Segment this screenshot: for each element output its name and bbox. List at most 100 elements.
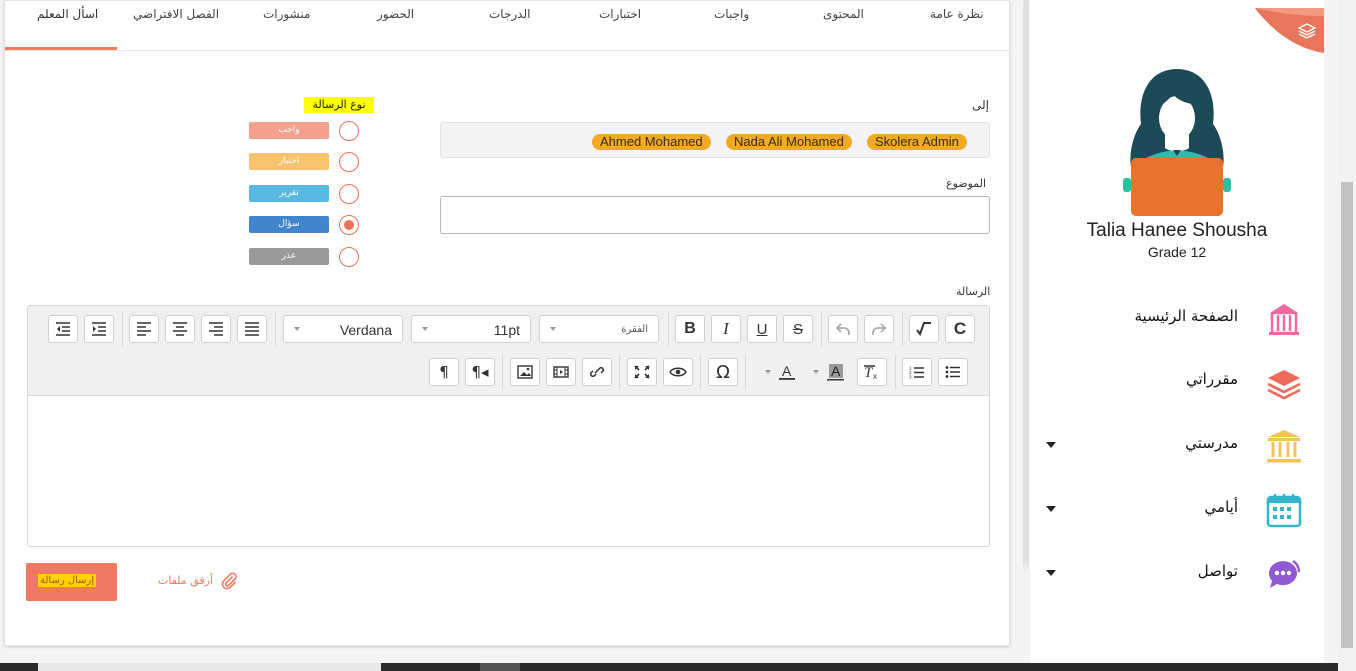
profile-name: Talia Hanee Shousha xyxy=(1086,220,1268,241)
insert-image-icon[interactable] xyxy=(510,358,540,386)
nav-item-my-courses[interactable]: مقرراتي xyxy=(1030,360,1324,404)
chemistry-icon[interactable]: C xyxy=(945,315,975,343)
svg-text:A: A xyxy=(782,363,792,379)
message-type-tag: عذر xyxy=(249,248,329,265)
text-color-icon[interactable]: A xyxy=(761,358,803,386)
attach-files-label: أرفق ملفات xyxy=(157,574,213,587)
tab-quizzes[interactable]: اختبارات xyxy=(599,7,641,21)
chevron-down-icon[interactable] xyxy=(1046,570,1056,576)
math-formula-icon[interactable] xyxy=(909,315,939,343)
chevron-down-icon[interactable] xyxy=(1046,442,1056,448)
message-type-label: نوع الرسالة xyxy=(304,97,374,113)
clear-formatting-icon[interactable]: Tx xyxy=(857,358,887,386)
message-type-option[interactable]: تقرير xyxy=(249,184,361,204)
tab-content[interactable]: المحتوى xyxy=(823,7,864,21)
send-message-button[interactable]: إرسال رسالة xyxy=(26,563,117,601)
toolbar-separator xyxy=(700,355,701,389)
tab-grades[interactable]: الدرجات xyxy=(489,7,530,21)
paragraph-format-value: الفقرة xyxy=(621,324,648,335)
underline-icon[interactable]: U xyxy=(747,315,777,343)
attach-files-link[interactable]: أرفق ملفات xyxy=(158,572,238,592)
svg-text:3: 3 xyxy=(909,375,912,380)
italic-icon[interactable]: I xyxy=(711,315,741,343)
rich-text-editor: Verdana 11pt الفقرة B I U S C ¶ ¶◂ Ω A A… xyxy=(27,305,990,547)
tab-assignments[interactable]: واجبات xyxy=(714,7,749,21)
align-right-icon[interactable] xyxy=(201,315,231,343)
student-avatar xyxy=(1123,69,1231,216)
page-scroll-thumb[interactable] xyxy=(1341,182,1353,648)
indent-icon[interactable] xyxy=(84,315,114,343)
message-type-option[interactable]: واجب xyxy=(249,121,361,141)
align-center-icon[interactable] xyxy=(165,315,195,343)
message-type-option[interactable]: عذر xyxy=(249,247,361,267)
books-stack-icon xyxy=(1267,370,1301,400)
subject-input[interactable] xyxy=(440,196,990,234)
paragraph-ltr-icon[interactable]: ¶ xyxy=(429,358,459,386)
undo-icon[interactable] xyxy=(828,315,858,343)
chevron-down-icon xyxy=(294,327,300,331)
recipients-field[interactable]: Skolera Admin Nada Ali Mohamed Ahmed Moh… xyxy=(440,122,990,158)
calendar-icon xyxy=(1266,494,1302,528)
recipient-chip[interactable]: Skolera Admin xyxy=(867,134,967,150)
nav-item-my-days[interactable]: أيامي xyxy=(1030,488,1324,532)
nav-item-my-school[interactable]: مدرستي xyxy=(1030,424,1324,468)
message-type-tag: تقرير xyxy=(249,185,329,202)
bold-icon[interactable]: B xyxy=(675,315,705,343)
toolbar-separator xyxy=(902,312,903,346)
message-type-option[interactable]: اختبار xyxy=(249,152,361,172)
chevron-down-icon xyxy=(550,327,556,331)
nav-item-label: الصفحة الرئيسية xyxy=(1134,307,1239,325)
message-type-radio[interactable] xyxy=(339,121,359,141)
unordered-list-icon[interactable] xyxy=(938,358,968,386)
send-button-label: إرسال رسالة xyxy=(38,574,97,587)
tab-bar: نظرة عامة المحتوى واجبات اختبارات الدرجا… xyxy=(5,1,1011,51)
editor-content-area[interactable] xyxy=(28,397,989,546)
tab-virtual-classroom[interactable]: الفصل الافتراضي xyxy=(133,7,219,21)
subject-label: الموضوع xyxy=(946,177,987,190)
background-color-icon[interactable]: A xyxy=(809,358,851,386)
message-type-tag: سؤال xyxy=(249,216,329,233)
align-left-icon[interactable] xyxy=(129,315,159,343)
message-type-radio-selected[interactable] xyxy=(339,215,359,235)
insert-link-icon[interactable] xyxy=(582,358,612,386)
ordered-list-icon[interactable]: 123 xyxy=(902,358,932,386)
nav-item-label: تواصل xyxy=(1197,562,1238,580)
preview-eye-icon[interactable] xyxy=(663,358,693,386)
nav-item-label: أيامي xyxy=(1204,498,1238,516)
chevron-down-icon xyxy=(422,327,428,331)
recipient-chip[interactable]: Nada Ali Mohamed xyxy=(726,134,852,150)
main-scroll-thumb[interactable] xyxy=(1023,0,1029,565)
chat-bubble-icon xyxy=(1268,559,1301,588)
toolbar-separator xyxy=(619,355,620,389)
message-type-radio[interactable] xyxy=(339,184,359,204)
toolbar-separator xyxy=(895,355,896,389)
nav-item-home[interactable]: الصفحة الرئيسية xyxy=(1030,297,1324,341)
insert-video-icon[interactable] xyxy=(546,358,576,386)
chevron-down-icon[interactable] xyxy=(1046,506,1056,512)
redo-icon[interactable] xyxy=(864,315,894,343)
message-type-option[interactable]: سؤال xyxy=(249,215,361,235)
tab-overview[interactable]: نظرة عامة xyxy=(930,7,984,21)
align-justify-icon[interactable] xyxy=(237,315,267,343)
toolbar-separator xyxy=(745,355,746,389)
font-size-select[interactable]: 11pt xyxy=(411,315,531,343)
nav-item-communicate[interactable]: تواصل xyxy=(1030,552,1324,596)
sidebar: Talia Hanee Shousha Grade 12 الصفحة الرئ… xyxy=(1030,0,1324,671)
paragraph-format-select[interactable]: الفقرة xyxy=(539,315,659,343)
message-type-radio[interactable] xyxy=(339,152,359,172)
special-character-icon[interactable]: Ω xyxy=(708,358,738,386)
nav-item-label: مدرستي xyxy=(1185,434,1238,452)
outdent-icon[interactable] xyxy=(48,315,78,343)
tab-ask-teacher[interactable]: اسأل المعلم xyxy=(37,7,98,21)
tab-posts[interactable]: منشورات xyxy=(263,7,310,21)
fullscreen-icon[interactable] xyxy=(627,358,657,386)
status-bar-segment xyxy=(38,663,381,671)
message-type-radio[interactable] xyxy=(339,247,359,267)
toolbar-separator xyxy=(821,312,822,346)
paragraph-rtl-icon[interactable]: ¶◂ xyxy=(465,358,495,386)
toolbar-separator xyxy=(122,312,123,346)
recipient-chip[interactable]: Ahmed Mohamed xyxy=(592,134,711,150)
strikethrough-icon[interactable]: S xyxy=(783,315,813,343)
font-family-select[interactable]: Verdana xyxy=(283,315,403,343)
tab-attendance[interactable]: الحضور xyxy=(377,7,414,21)
